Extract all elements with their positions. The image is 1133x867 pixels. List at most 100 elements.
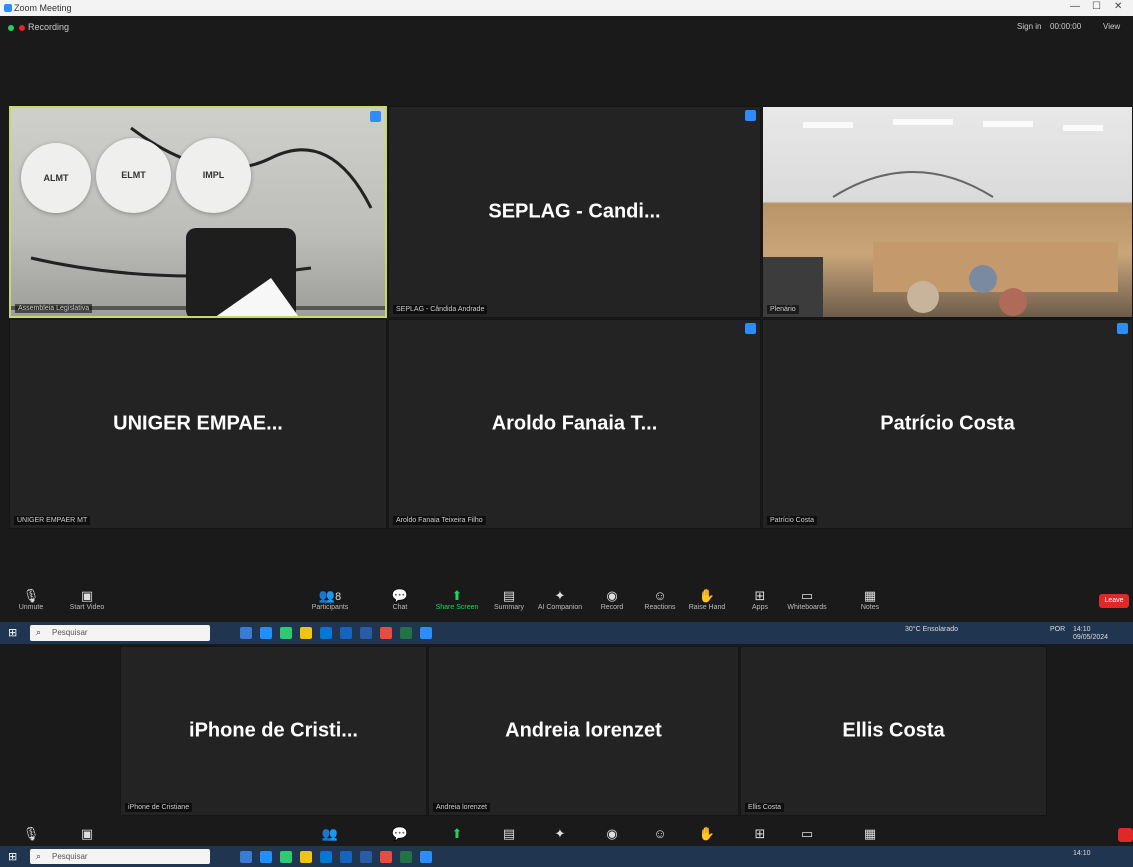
chat-button-2[interactable]: 💬 [373,826,427,842]
participant-tile-camera-1[interactable]: ALMT ELMT IMPL Assembleia Legislativa [9,106,387,318]
start-video-button-2[interactable]: ▣ [60,826,114,842]
meeting-header: Recording Sign in 00:00:00 View [0,16,1133,102]
record-button[interactable]: ◉ Record [585,588,639,611]
search-icon: ⌕ [36,851,42,861]
unmute-button[interactable]: 🎙 Unmute [4,588,58,611]
reactions-button-2[interactable]: ☺ [633,826,687,842]
maximize-button[interactable]: ☐ [1092,1,1101,12]
minimize-button[interactable]: — [1070,1,1080,12]
participant-name-label: Andreia lorenzet [433,803,490,812]
file-explorer-icon[interactable] [300,627,312,639]
participant-name-label: Patrício Costa [767,516,817,525]
smiley-icon: ☺ [653,588,667,603]
participant-display-name: Aroldo Fanaia T... [491,412,658,435]
record-icon: ◉ [606,826,618,841]
store-icon[interactable] [280,851,292,863]
store-icon[interactable] [280,627,292,639]
view-button[interactable]: View [1103,22,1120,31]
taskbar-date[interactable]: 09/05/2024 [1073,634,1108,641]
tile-options-icon[interactable] [1117,323,1128,334]
participant-tile-2[interactable]: SEPLAG - Candi... SEPLAG - Cândida Andra… [388,106,761,318]
start-video-button[interactable]: ▣ Start Video [60,588,114,611]
participant-tile-4[interactable]: UNIGER EMPAE... UNIGER EMPAER MT [9,319,387,529]
edge-icon[interactable] [260,851,272,863]
outlook-icon[interactable] [340,851,352,863]
apps-icon: ⊞ [754,826,766,841]
zoom-taskbar-icon[interactable] [420,627,432,639]
participants-button[interactable]: 👥8 Participants [303,588,357,611]
apps-button-2[interactable]: ⊞ [733,826,787,842]
tile-options-icon[interactable] [745,110,756,121]
share-screen-icon: ⬆ [451,588,463,603]
summary-button[interactable]: ▤ Summary [482,588,536,611]
outlook-icon[interactable] [340,627,352,639]
participant-tile-8[interactable]: Andreia lorenzet Andreia lorenzet [428,646,739,816]
room-camera-graphic [11,126,385,316]
participant-name-label: Aroldo Fanaia Teixeira Filho [393,516,486,525]
apps-button[interactable]: ⊞ Apps [733,588,787,611]
participant-name-label: SEPLAG - Cândida Andrade [393,305,488,314]
task-view-icon[interactable] [240,627,252,639]
sign-in-link[interactable]: Sign in [1017,22,1041,31]
tile-options-icon[interactable] [370,111,381,122]
taskbar-search-input-2[interactable]: ⌕ Pesquisar [30,849,210,864]
participants-button-2[interactable]: 👥 [303,826,357,842]
participant-name-label: UNIGER EMPAER MT [14,516,91,525]
chrome-icon[interactable] [380,851,392,863]
task-view-icon[interactable] [240,851,252,863]
leave-meeting-button[interactable]: Leave [1099,594,1129,608]
raise-hand-button-2[interactable]: ✋ [680,826,734,842]
smiley-icon: ☺ [653,826,667,841]
participant-display-name: iPhone de Cristi... [189,719,358,742]
unmute-button-2[interactable]: 🎙 [4,826,58,842]
participant-tile-9[interactable]: Ellis Costa Ellis Costa [740,646,1047,816]
taskbar-clock-2[interactable]: 14:10 [1073,850,1091,857]
taskbar-clock[interactable]: 14:10 [1073,626,1091,633]
whiteboard-icon: ▭ [800,588,814,603]
security-shield-icon[interactable] [8,25,14,31]
excel-icon[interactable] [400,851,412,863]
summary-icon: ▤ [502,588,516,603]
chat-icon: 💬 [391,826,409,841]
participant-tile-7[interactable]: iPhone de Cristi... iPhone de Cristiane [120,646,427,816]
ai-companion-button[interactable]: ✦ AI Companion [533,588,587,611]
leave-meeting-button-2[interactable] [1118,828,1133,842]
participant-name-label: Assembleia Legislativa [15,304,93,313]
whiteboards-button-2[interactable]: ▭ [780,826,834,842]
participant-tile-plenary[interactable]: Plenário [762,106,1133,318]
summary-button-2[interactable]: ▤ [482,826,536,842]
share-screen-button-2[interactable]: ⬆ [430,826,484,842]
zoom-taskbar-icon[interactable] [420,851,432,863]
language-indicator[interactable]: POR [1050,626,1065,633]
word-icon[interactable] [360,627,372,639]
raise-hand-button[interactable]: ✋ Raise Hand [680,588,734,611]
participant-tile-5[interactable]: Aroldo Fanaia T... Aroldo Fanaia Teixeir… [388,319,761,529]
share-screen-button[interactable]: ⬆ Share Screen [430,588,484,611]
ai-companion-button-2[interactable]: ✦ [533,826,587,842]
windows-start-icon[interactable]: ⊞ [8,851,20,863]
recording-label: Recording [28,22,70,32]
chat-button[interactable]: 💬 Chat [373,588,427,611]
whiteboards-button[interactable]: ▭ Whiteboards [780,588,834,611]
weather-widget[interactable]: 30°C Ensolarado [905,626,958,633]
microphone-muted-icon: 🎙 [22,588,40,603]
logo-plate-2: ELMT [96,138,171,213]
excel-icon[interactable] [400,627,412,639]
participant-tile-6[interactable]: Patrício Costa Patrício Costa [762,319,1133,529]
windows-start-icon[interactable]: ⊞ [8,627,20,639]
notes-button[interactable]: ▦ Notes [843,588,897,611]
file-explorer-icon[interactable] [300,851,312,863]
notes-button-2[interactable]: ▦ [843,826,897,842]
mail-icon[interactable] [320,627,332,639]
tile-options-icon[interactable] [745,323,756,334]
reactions-button[interactable]: ☺ Reactions [633,588,687,611]
mail-icon[interactable] [320,851,332,863]
record-button-2[interactable]: ◉ [585,826,639,842]
word-icon[interactable] [360,851,372,863]
edge-icon[interactable] [260,627,272,639]
sparkle-icon: ✦ [554,826,566,841]
close-button[interactable]: ✕ [1114,1,1122,12]
chrome-icon[interactable] [380,627,392,639]
taskbar-search-input[interactable]: ⌕ Pesquisar [30,625,210,641]
zoom-app-icon [4,4,12,12]
